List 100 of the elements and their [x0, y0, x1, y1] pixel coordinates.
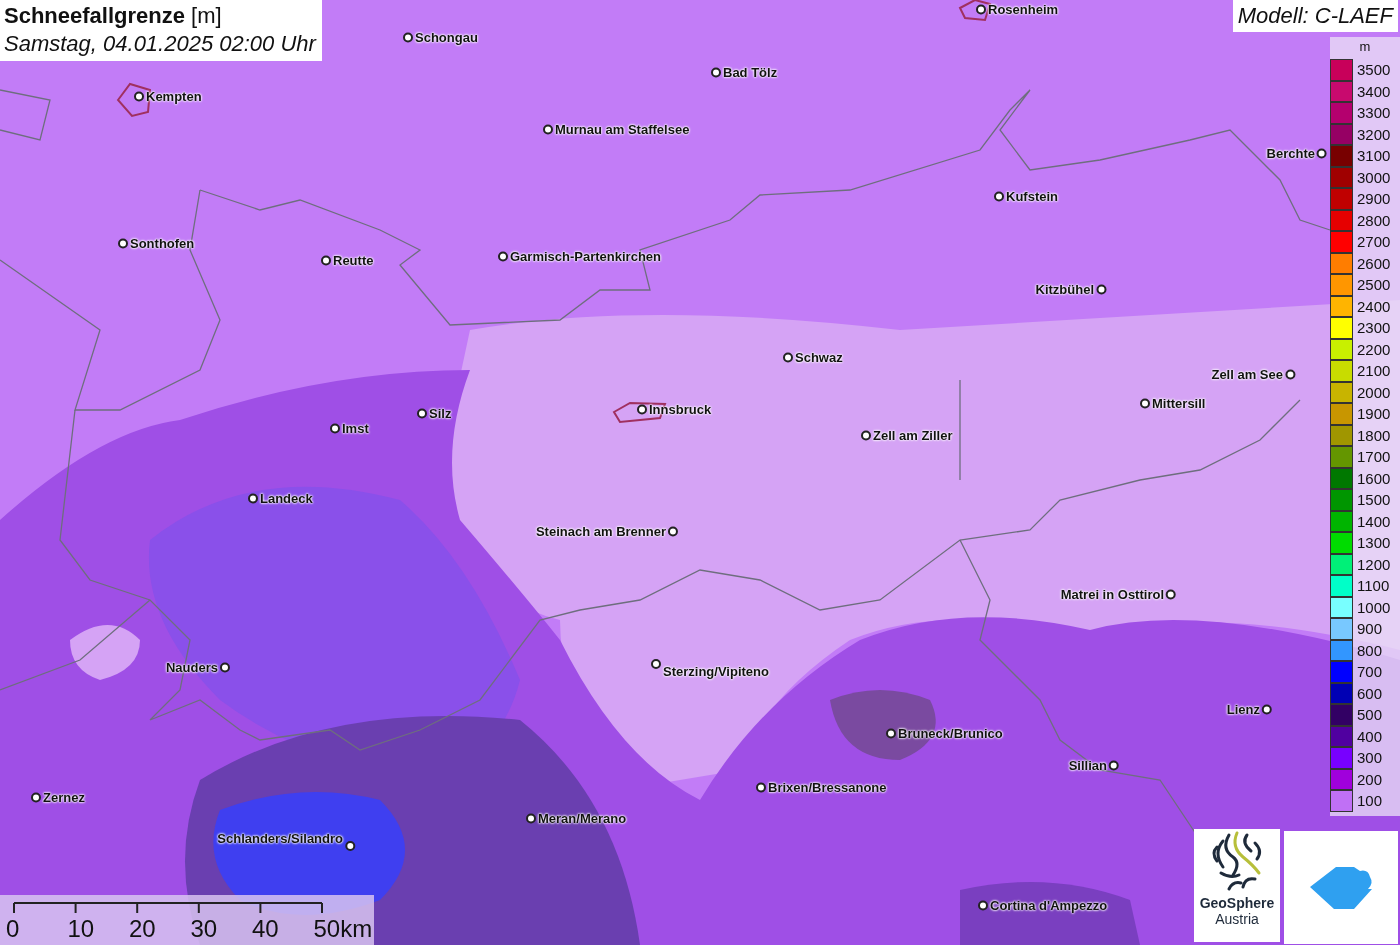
town-marker-icon: [994, 191, 1004, 201]
town-marker-icon: [345, 841, 355, 851]
scale-label: 0: [6, 915, 21, 943]
town-marker-icon: [543, 124, 553, 134]
town-marker-icon: [783, 352, 793, 362]
legend-label: 1500: [1357, 491, 1391, 509]
legend-label: 1300: [1357, 534, 1391, 552]
town-marker-icon: [118, 238, 128, 248]
legend-label: 2200: [1357, 340, 1391, 358]
legend-label: 2500: [1357, 276, 1391, 294]
legend-label: 900: [1357, 620, 1383, 638]
legend-label: 3100: [1357, 147, 1391, 165]
town-label: Nauders: [165, 659, 218, 675]
legend-label: 3000: [1357, 168, 1391, 186]
map-title: Schneefallgrenze [m]: [4, 2, 223, 30]
town-label: Schlanders/Silandro: [217, 831, 343, 846]
legend-label: 1900: [1357, 405, 1391, 423]
town-label: Bruneck/Brunico: [898, 725, 1003, 741]
town-label: Kitzbühel: [1035, 281, 1094, 297]
town-marker-icon: [220, 662, 230, 672]
town-marker-icon: [1285, 369, 1295, 379]
town-label: Garmisch-Partenkirchen: [510, 248, 661, 264]
legend-label: 800: [1357, 641, 1383, 659]
legend-label: 2800: [1357, 211, 1391, 229]
legend-label: 400: [1357, 727, 1383, 745]
town-marker-icon: [1109, 760, 1119, 770]
legend-label: 1800: [1357, 426, 1391, 444]
town-label: Rosenheim: [988, 1, 1059, 17]
town-marker-icon: [498, 251, 508, 261]
town-label: Cortina d'Ampezzo: [990, 897, 1108, 913]
logo-text: GeoSphere: [1199, 895, 1275, 911]
town-label: Silz: [429, 405, 452, 421]
legend-label: 1700: [1357, 448, 1391, 466]
model-label: Modell: C-LAEF: [1232, 0, 1398, 32]
town-label: Lienz: [1226, 701, 1260, 717]
town-marker-icon: [651, 659, 661, 669]
forecast-datetime: Samstag, 04.01.2025 02:00 Uhr: [4, 29, 316, 57]
town-marker-icon: [978, 900, 988, 910]
scale-label: 50km: [313, 915, 374, 943]
cloud-mountain-logo-icon: [1308, 864, 1374, 911]
legend-label: 700: [1357, 663, 1383, 681]
town-label: Berchte: [1266, 145, 1315, 161]
town-label: Mittersill: [1152, 395, 1206, 411]
legend-label: 3300: [1357, 104, 1391, 122]
legend-label: 1000: [1357, 598, 1391, 616]
town-label: Meran/Merano: [538, 810, 627, 826]
town-label: Imst: [342, 420, 369, 436]
legend-label: 1100: [1357, 577, 1390, 595]
town-marker-icon: [417, 408, 427, 418]
legend-label: 2700: [1357, 233, 1391, 251]
town-marker-icon: [1317, 148, 1327, 158]
town-marker-icon: [134, 91, 144, 101]
town-marker-icon: [976, 4, 986, 14]
town-label: Brixen/Bressanone: [768, 779, 887, 795]
scale-label: 30: [190, 915, 219, 943]
town-label: Zernez: [43, 789, 85, 805]
town-label: Matrei in Osttirol: [1060, 586, 1164, 602]
town-label: Reutte: [333, 252, 374, 268]
town-marker-icon: [330, 423, 340, 433]
scale-label: 20: [129, 915, 157, 943]
town-label: Murnau am Staffelsee: [555, 121, 690, 137]
legend-label: 2300: [1357, 319, 1391, 337]
town-label: Landeck: [260, 490, 313, 506]
legend-label: 100: [1357, 792, 1383, 810]
town-marker-icon: [31, 792, 41, 802]
legend-label: 2000: [1357, 383, 1391, 401]
scale-label: 40: [252, 915, 280, 943]
legend-label: 500: [1357, 706, 1383, 724]
legend-label: 3500: [1357, 61, 1391, 79]
scale-label: 10: [67, 915, 96, 943]
town-marker-icon: [1262, 704, 1272, 714]
legend-label: 300: [1357, 749, 1383, 767]
town-marker-icon: [526, 813, 536, 823]
legend-label: 600: [1357, 684, 1383, 702]
town-label: Schongau: [415, 29, 478, 45]
town-marker-icon: [886, 728, 896, 738]
scale-ruler-icon: [13, 902, 325, 914]
logo-subtext: Austria: [1215, 911, 1259, 927]
legend-label: 1200: [1357, 555, 1391, 573]
town-marker-icon: [248, 493, 258, 503]
town-marker-icon: [668, 526, 678, 536]
town-marker-icon: [637, 404, 647, 414]
legend-label: 2900: [1357, 190, 1391, 208]
town-label: Steinach am Brenner: [535, 523, 666, 539]
legend-label: 1400: [1357, 512, 1391, 530]
town-marker-icon: [321, 255, 331, 265]
legend-label: 2100: [1357, 362, 1391, 380]
legend-label: 1600: [1357, 469, 1391, 487]
town-marker-icon: [861, 430, 871, 440]
town-marker-icon: [403, 32, 413, 42]
town-marker-icon: [756, 782, 766, 792]
legend-label: 2400: [1357, 297, 1391, 315]
town-marker-icon: [1140, 398, 1150, 408]
town-label: Schwaz: [795, 349, 843, 365]
town-label: Sterzing/Vipiteno: [663, 664, 769, 679]
town-label: Sonthofen: [130, 235, 195, 251]
legend-label: 2600: [1357, 254, 1391, 272]
town-marker-icon: [1166, 589, 1176, 599]
town-label: Bad Tölz: [723, 64, 778, 80]
town-label: Zell am Ziller: [873, 427, 953, 443]
